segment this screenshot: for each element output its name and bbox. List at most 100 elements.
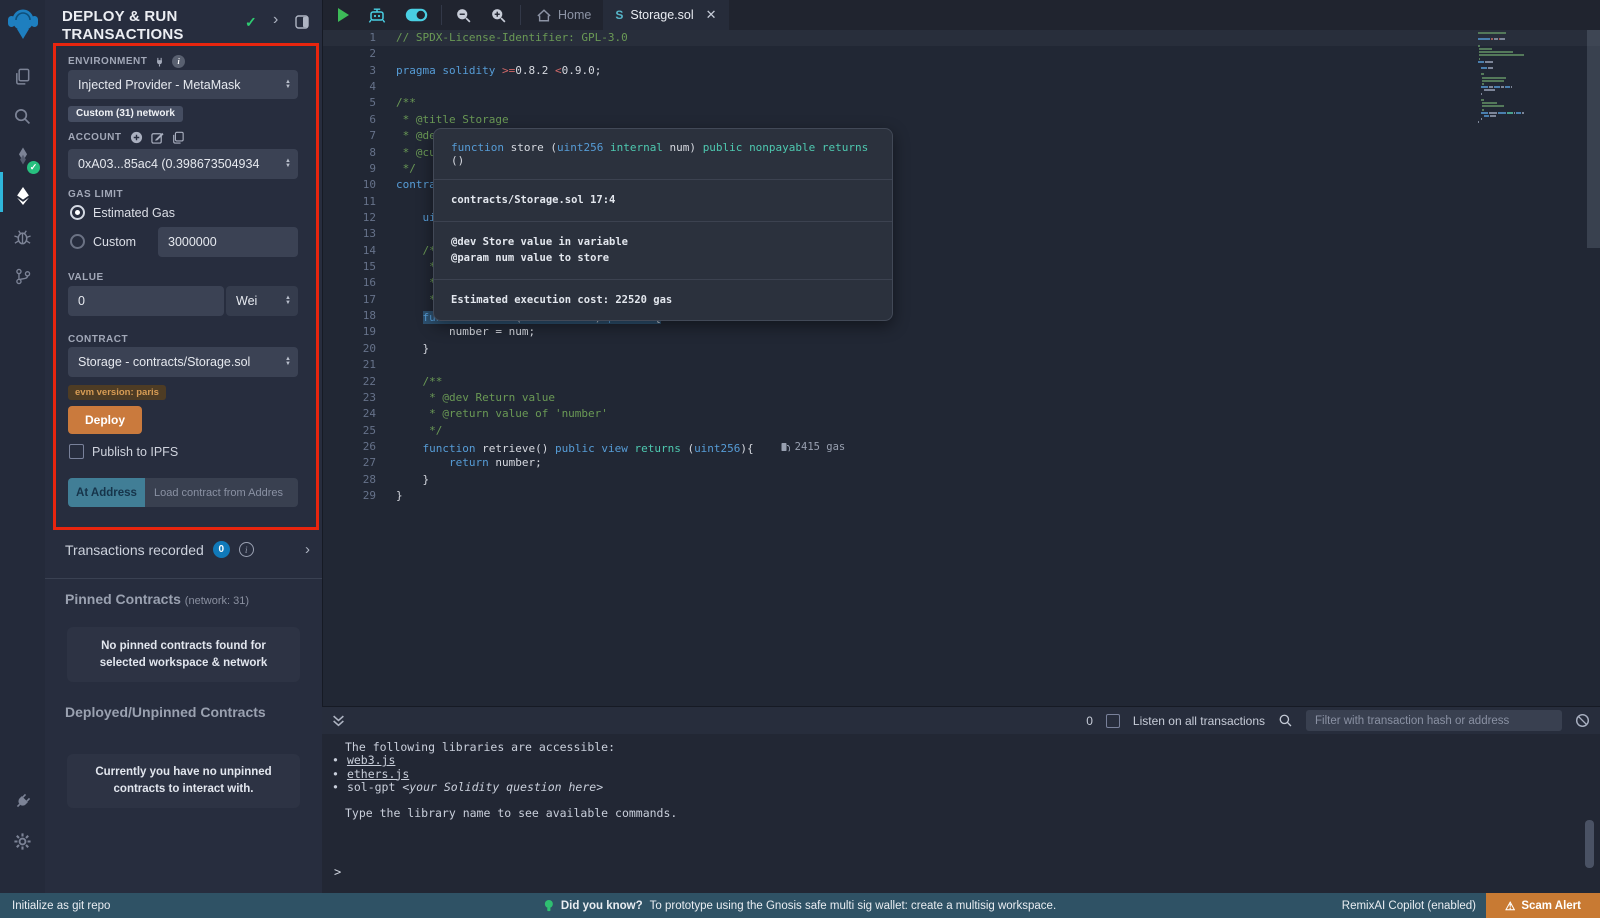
value-input[interactable]: 0 [68,286,224,316]
code-line: 24 * @return value of 'number' [323,406,1600,422]
minimap[interactable] [1478,32,1558,124]
publish-ipfs-option[interactable]: Publish to IPFS [69,444,178,459]
icon-rail: ✓ [0,0,45,893]
panel-pin-icon[interactable] [295,15,309,29]
terminal-search-icon[interactable] [1278,713,1293,728]
terminal-link[interactable]: ethers.js [347,767,409,781]
code-line: 19 number = num; [323,324,1600,340]
environment-info-icon[interactable]: i [172,55,185,68]
tooltip-signature: function store (uint256 internal num) pu… [434,129,892,180]
select-spinner-icon: ▲▼ [285,80,291,90]
plug-small-icon[interactable] [154,56,165,68]
value-unit-select[interactable]: Wei ▲▼ [226,286,298,316]
scam-alert-button[interactable]: ⚠ Scam Alert [1486,893,1600,918]
code-line: 6 * @title Storage [323,112,1600,128]
tab-home-label: Home [558,8,591,22]
select-spinner-icon: ▲▼ [285,296,291,306]
account-label-row: ACCOUNT [68,131,184,144]
estimated-gas-option[interactable]: Estimated Gas [70,205,175,220]
clear-console-icon[interactable] [1575,713,1590,728]
listen-transactions-checkbox[interactable] [1106,714,1120,728]
sidebar-item-file-explorer[interactable] [0,56,45,96]
pinned-empty-box: No pinned contracts found for selected w… [67,627,300,682]
pinned-empty-line2: selected workspace & network [100,655,267,672]
sidebar-item-search[interactable] [0,96,45,136]
copy-address-icon[interactable] [172,131,184,144]
copilot-toggle[interactable] [396,0,437,30]
select-spinner-icon: ▲▼ [285,357,291,367]
tooltip-doc: @dev Store value in variable @param num … [434,222,892,280]
play-icon [338,8,349,22]
sign-message-icon[interactable] [151,131,164,144]
transaction-filter-input[interactable] [1306,710,1562,731]
code-line: 26 function retrieve() public view retur… [323,439,1600,455]
deploy-run-icon [14,186,32,206]
copilot-status[interactable]: RemixAI Copilot (enabled) [1342,900,1476,912]
zoom-out-icon [455,7,472,24]
run-script-button[interactable] [323,0,358,30]
code-line: 4 [323,79,1600,95]
gas-estimate-annotation: 2415 gas [781,439,846,455]
code-line: 29} [323,488,1600,504]
editor-scrollbar[interactable] [1587,30,1600,248]
sidebar-item-debugger[interactable] [0,216,45,256]
ai-copilot-button[interactable] [358,0,396,30]
transactions-info-icon[interactable]: i [239,542,254,557]
code-line: 21 [323,357,1600,373]
panel-check-icon: ✓ [245,14,257,31]
at-address-input[interactable] [145,478,298,507]
tab-storage-sol[interactable]: S Storage.sol ✕ [603,0,728,30]
environment-value: Injected Provider - MetaMask [78,78,241,92]
custom-gas-option[interactable]: Custom [70,234,136,249]
transactions-recorded-row[interactable]: Transactions recorded 0 i › [65,541,310,558]
terminal-link[interactable]: web3.js [347,753,395,767]
environment-select[interactable]: Injected Provider - MetaMask ▲▼ [68,70,298,99]
toggle-on-icon [405,8,428,22]
bug-icon [13,227,32,246]
gas-limit-label: GAS LIMIT [68,189,123,200]
add-account-icon[interactable] [130,131,143,144]
expand-terminal-icon[interactable] [332,715,345,727]
tooltip-doc-line2: @param num value to store [451,250,875,267]
git-branch-icon [14,267,32,286]
terminal[interactable]: The following libraries are accessible:•… [322,734,1600,893]
sidebar-item-deploy-run[interactable] [0,176,45,216]
zoom-in-icon [490,7,507,24]
value-amount: 0 [78,294,85,308]
sidebar-item-plugin-manager[interactable] [0,781,45,821]
pinned-contracts-title: Pinned Contracts (network: 31) [65,591,249,607]
terminal-scrollbar[interactable] [1585,820,1594,868]
files-icon [13,67,32,86]
code-line: 27 return number; [323,455,1600,471]
close-tab-icon[interactable]: ✕ [706,7,717,23]
panel-chevron-icon[interactable]: › [273,11,278,29]
solidity-file-icon: S [615,8,623,22]
tab-home[interactable]: Home [525,0,603,30]
git-init-status[interactable]: Initialize as git repo [12,900,110,912]
deploy-button-label: Deploy [85,413,125,427]
unpinned-empty-line1: Currently you have no unpinned [95,764,271,781]
account-select[interactable]: 0xA03...85ac4 (0.398673504934 ▲▼ [68,149,298,179]
sidebar-item-solidity-compiler[interactable]: ✓ [0,136,45,176]
transactions-count-badge: 0 [213,541,230,558]
terminal-prompt[interactable]: > [334,865,341,879]
custom-gas-radio[interactable] [70,234,85,249]
pinned-network-suffix: (network: 31) [185,595,249,607]
panel-divider [45,578,322,579]
code-line: 2 [323,46,1600,62]
remix-logo[interactable] [0,0,45,48]
terminal-line: •web3.js [322,754,1600,767]
code-editor[interactable]: 1// SPDX-License-Identifier: GPL-3.023pr… [322,30,1600,706]
zoom-in-button[interactable] [481,0,516,30]
sidebar-item-settings[interactable] [0,821,45,861]
transactions-expand-icon[interactable]: › [305,541,310,558]
at-address-button[interactable]: At Address [68,478,145,507]
zoom-out-button[interactable] [446,0,481,30]
sidebar-item-git[interactable] [0,256,45,296]
publish-ipfs-checkbox[interactable] [69,444,84,459]
contract-select[interactable]: Storage - contracts/Storage.sol ▲▼ [68,347,298,377]
custom-gas-text: Custom [93,235,136,249]
deploy-button[interactable]: Deploy [68,406,142,434]
custom-gas-input[interactable]: 3000000 [158,227,298,257]
estimated-gas-radio[interactable] [70,205,85,220]
